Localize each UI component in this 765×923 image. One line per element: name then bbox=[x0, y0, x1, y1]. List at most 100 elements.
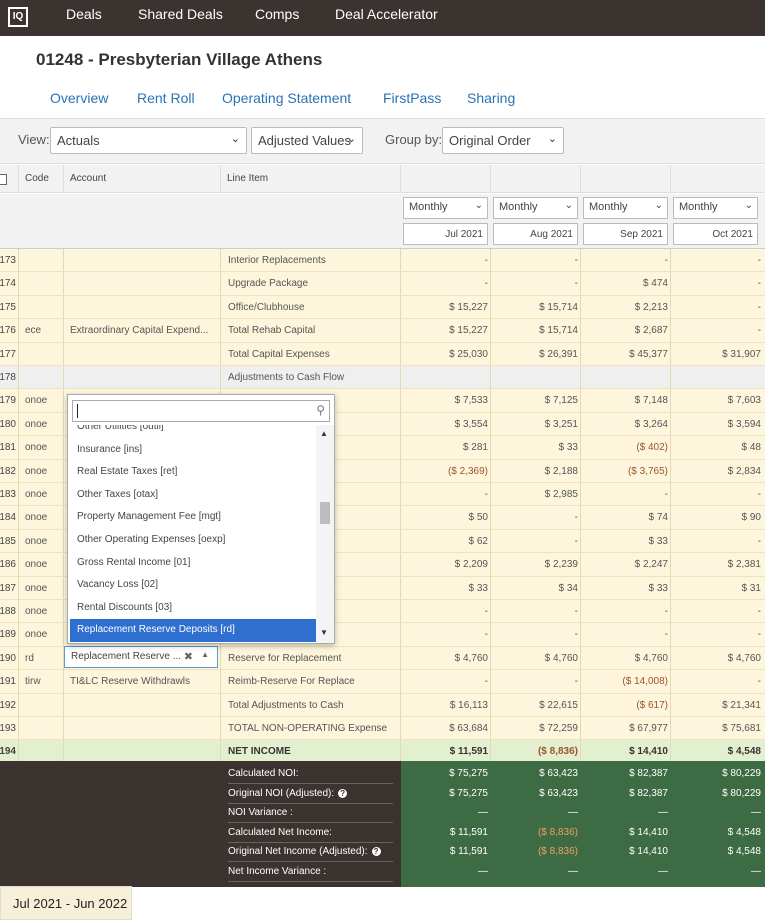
row-value[interactable]: - bbox=[490, 623, 578, 646]
dropdown-option[interactable]: Vacancy Loss [02] bbox=[70, 574, 316, 597]
scroll-up-icon[interactable]: ▲ bbox=[320, 429, 328, 438]
row-value[interactable]: $ 74 bbox=[580, 506, 668, 529]
row-value[interactable]: $ 2,247 bbox=[580, 553, 668, 576]
row-value[interactable]: - bbox=[490, 249, 578, 272]
row-value[interactable]: - bbox=[580, 483, 668, 506]
row-value[interactable]: $ 34 bbox=[490, 577, 578, 600]
table-row[interactable]: 176 ece Extraordinary Capital Expend... Tot… bbox=[0, 319, 765, 343]
row-value[interactable]: ($ 2,369) bbox=[400, 460, 488, 483]
row-value[interactable]: $ 3,264 bbox=[580, 413, 668, 436]
row-value[interactable]: $ 2,834 bbox=[673, 460, 761, 483]
help-icon[interactable]: ? bbox=[338, 788, 348, 798]
header-line-item[interactable]: Line Item bbox=[220, 165, 400, 193]
table-row[interactable]: 177 Total Capital Expenses $ 25,030 $ 26,39… bbox=[0, 342, 765, 366]
row-value[interactable]: $ 281 bbox=[400, 436, 488, 459]
tab-sharing[interactable]: Sharing bbox=[467, 90, 515, 106]
row-value[interactable]: $ 72,259 bbox=[490, 717, 578, 740]
group-by-select[interactable]: Original Order ⌄ bbox=[442, 127, 564, 154]
view-select[interactable]: Actuals ⌄ bbox=[50, 127, 247, 154]
row-value[interactable]: $ 62 bbox=[400, 530, 488, 553]
nav-comps[interactable]: Comps bbox=[255, 0, 299, 28]
row-value[interactable]: $ 2,985 bbox=[490, 483, 578, 506]
row-value[interactable]: $ 4,760 bbox=[580, 647, 668, 670]
table-row[interactable]: 175 Office/Clubhouse $ 15,227 $ 15,714 $ 2,2… bbox=[0, 295, 765, 320]
clear-icon[interactable]: ✖ bbox=[184, 650, 193, 663]
row-value[interactable]: $ 3,554 bbox=[400, 413, 488, 436]
row-value[interactable]: - bbox=[490, 506, 578, 529]
dropdown-search-input[interactable]: ⚲ bbox=[72, 400, 330, 422]
row-value[interactable]: - bbox=[580, 249, 668, 272]
row-value[interactable]: - bbox=[673, 670, 761, 693]
row-value[interactable]: - bbox=[673, 296, 761, 319]
row-value[interactable]: $ 7,148 bbox=[580, 389, 668, 412]
row-value[interactable]: $ 4,548 bbox=[673, 740, 761, 763]
dropdown-option[interactable]: Gross Rental Income [01] bbox=[70, 552, 316, 575]
period-type-select[interactable]: Monthly ⌄ bbox=[493, 197, 578, 219]
row-value[interactable]: $ 7,533 bbox=[400, 389, 488, 412]
scroll-thumb[interactable] bbox=[320, 502, 330, 524]
row-value[interactable]: $ 2,209 bbox=[400, 553, 488, 576]
row-value[interactable]: $ 26,391 bbox=[490, 343, 578, 366]
row-value[interactable]: - bbox=[490, 272, 578, 295]
dropdown-option[interactable]: Rental Discounts [03] bbox=[70, 597, 316, 620]
header-account[interactable]: Account bbox=[63, 165, 220, 193]
select-all-checkbox[interactable] bbox=[0, 174, 7, 185]
row-value[interactable]: $ 11,591 bbox=[400, 740, 488, 763]
tab-firstpass[interactable]: FirstPass bbox=[383, 90, 441, 106]
period-type-select[interactable]: Monthly ⌄ bbox=[673, 197, 758, 219]
row-value[interactable]: - bbox=[400, 249, 488, 272]
row-value[interactable]: $ 15,714 bbox=[490, 319, 578, 342]
tab-overview[interactable]: Overview bbox=[50, 90, 108, 106]
row-value[interactable]: $ 4,760 bbox=[490, 647, 578, 670]
row-value[interactable]: $ 2,213 bbox=[580, 296, 668, 319]
row-value[interactable]: ($ 402) bbox=[580, 436, 668, 459]
month-input[interactable]: Sep 2021 bbox=[583, 223, 668, 245]
row-value[interactable]: $ 2,239 bbox=[490, 553, 578, 576]
row-value[interactable]: $ 15,227 bbox=[400, 319, 488, 342]
row-value[interactable]: $ 31 bbox=[673, 577, 761, 600]
scroll-down-icon[interactable]: ▼ bbox=[320, 628, 328, 637]
row-value[interactable]: $ 31,907 bbox=[673, 343, 761, 366]
row-value[interactable]: ($ 8,836) bbox=[490, 740, 578, 763]
row-value[interactable]: $ 2,687 bbox=[580, 319, 668, 342]
row-value[interactable]: - bbox=[400, 483, 488, 506]
row-value[interactable]: - bbox=[490, 530, 578, 553]
row-value[interactable]: $ 16,113 bbox=[400, 694, 488, 717]
period-type-select[interactable]: Monthly ⌄ bbox=[583, 197, 668, 219]
row-value[interactable]: $ 14,410 bbox=[580, 740, 668, 763]
dropdown-option[interactable]: Other Operating Expenses [oexp] bbox=[70, 529, 316, 552]
row-value[interactable]: $ 67,977 bbox=[580, 717, 668, 740]
row-value[interactable]: ($ 14,008) bbox=[580, 670, 668, 693]
row-value[interactable]: - bbox=[490, 670, 578, 693]
row-value[interactable]: $ 474 bbox=[580, 272, 668, 295]
row-value[interactable]: $ 33 bbox=[490, 436, 578, 459]
row-value[interactable]: $ 2,188 bbox=[490, 460, 578, 483]
table-row[interactable]: 173 Interior Replacements - - - - bbox=[0, 249, 765, 273]
row-value[interactable]: - bbox=[400, 670, 488, 693]
row-value[interactable]: $ 33 bbox=[580, 577, 668, 600]
nav-deal-accelerator[interactable]: Deal Accelerator bbox=[335, 0, 438, 28]
row-value[interactable]: $ 7,125 bbox=[490, 389, 578, 412]
row-value[interactable]: $ 7,603 bbox=[673, 389, 761, 412]
row-value[interactable]: - bbox=[580, 623, 668, 646]
table-row[interactable]: 192 Total Adjustments to Cash $ 16,113 $ 22… bbox=[0, 693, 765, 717]
dropdown-option[interactable]: Real Estate Taxes [ret] bbox=[70, 461, 316, 484]
row-value[interactable]: $ 4,760 bbox=[400, 647, 488, 670]
row-value[interactable]: $ 21,341 bbox=[673, 694, 761, 717]
tab-rent-roll[interactable]: Rent Roll bbox=[137, 90, 195, 106]
row-value[interactable]: - bbox=[673, 623, 761, 646]
period-range-label[interactable]: Jul 2021 - Jun 2022 bbox=[0, 886, 132, 920]
row-value[interactable]: - bbox=[673, 249, 761, 272]
tab-operating-statement[interactable]: Operating Statement bbox=[222, 90, 351, 106]
row-value[interactable]: $ 22,615 bbox=[490, 694, 578, 717]
caret-up-icon[interactable]: ▲ bbox=[201, 650, 209, 659]
logo[interactable]: IQ bbox=[8, 7, 28, 27]
dropdown-scrollbar[interactable]: ▲ ▼ bbox=[316, 425, 334, 643]
row-value[interactable]: - bbox=[400, 272, 488, 295]
period-type-select[interactable]: Monthly ⌄ bbox=[403, 197, 488, 219]
month-input[interactable]: Oct 2021 bbox=[673, 223, 758, 245]
table-row[interactable]: 193 TOTAL NON-OPERATING Expense $ 63,684 $ … bbox=[0, 717, 765, 741]
table-row[interactable]: 174 Upgrade Package - - $ 474- bbox=[0, 272, 765, 296]
row-value[interactable]: $ 15,714 bbox=[490, 296, 578, 319]
nav-deals[interactable]: Deals bbox=[66, 0, 102, 28]
